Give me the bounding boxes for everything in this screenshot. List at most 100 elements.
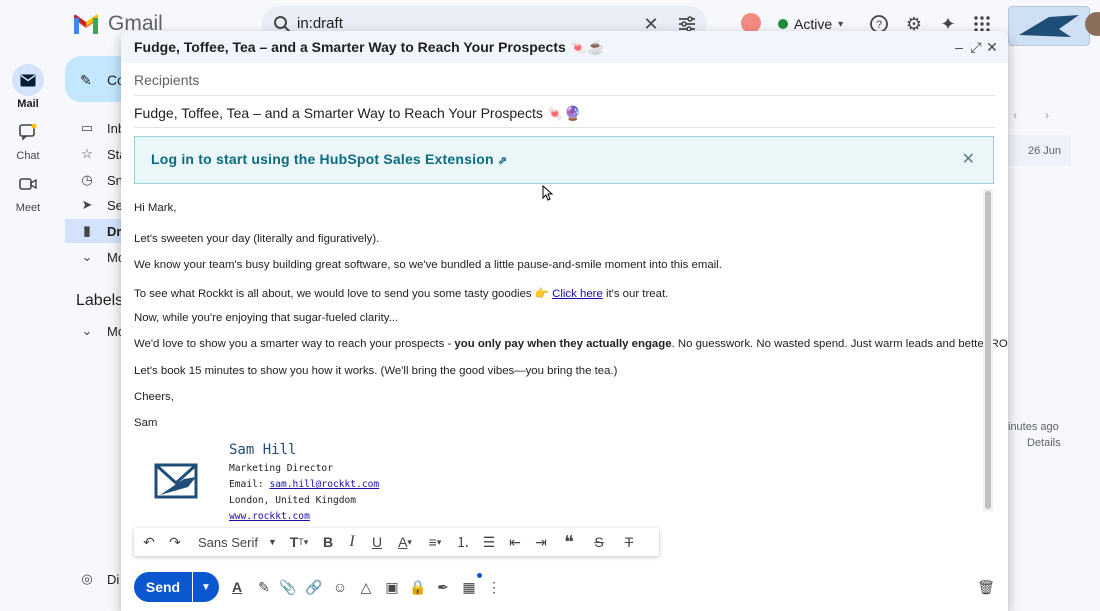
body-text: . No guesswork. No wasted spend. Just wa… [671,338,1008,350]
company-logo-icon [154,461,198,501]
minimize-icon[interactable]: – [950,38,968,56]
signature-email-line: Email: sam.hill@rockkt.com [229,479,379,490]
rail-label: Meet [15,202,41,214]
video-camera-icon [12,168,44,200]
recipients-placeholder: Recipients [134,72,200,88]
rail-item-mail[interactable]: Mail [0,64,56,110]
chevron-right-icon[interactable]: › [1045,108,1049,122]
more-options-icon[interactable]: ⋮ [484,577,504,597]
bulleted-list-icon[interactable]: ☰ [476,528,502,556]
font-family-select[interactable]: Sans Serif ▼ [190,528,282,556]
body-paragraph: Now, while you're enjoying that sugar-fu… [134,312,399,324]
inbox-icon: ▭ [80,120,94,135]
undo-icon[interactable]: ↶ [136,528,162,556]
close-icon[interactable]: ✕ [983,38,1001,56]
formatting-options-icon[interactable]: A [227,577,247,597]
pencil-icon: ✎ [80,72,92,88]
svg-text:?: ? [876,19,882,31]
extension-icon[interactable] [741,13,761,33]
confidential-mode-icon[interactable]: 🔒 [408,577,428,597]
body-bold-text: you only pay when they actually engage [454,338,672,350]
rail-item-meet[interactable]: Meet [0,168,56,214]
body-paragraph: To see what Rockkt is all about, we woul… [134,286,668,300]
rail-label: Chat [16,150,40,162]
compose-bottom-bar: Send ▼ A ✎ 📎 🔗 ☺ △ ▣ 🔒 ✒ ▦ ⋮ 🗑 [121,566,1008,611]
clock-icon: ◷ [81,172,93,187]
drive-icon[interactable]: △ [356,577,376,597]
chevron-down-icon: ▼ [267,537,277,547]
account-banner-image[interactable] [1008,6,1090,46]
numbered-list-icon[interactable]: ⒈ [450,528,476,556]
body-paragraph: Let's sweeten your day (literally and fi… [134,233,380,245]
insert-link-icon[interactable]: 🔗 [304,577,324,597]
text-color-icon[interactable]: A ▾ [390,528,420,556]
search-input[interactable]: in:draft [297,15,343,32]
chat-icon [12,116,44,148]
formatting-toolbar: ↶ ↷ Sans Serif ▼ T T▾ B I U A ▾ ≡ ▾ ⒈ ☰ ⇤ ⇥… [134,528,659,556]
body-paragraph: We know your team's busy building great … [134,259,722,271]
font-family-value: Sans Serif [198,534,258,550]
discover-icon: ◎ [81,571,93,586]
hubspot-login-link[interactable]: Log in to start using the HubSpot Sales … [151,151,507,167]
send-icon: ➤ [81,197,93,212]
chevron-down-icon: ⌄ [81,249,93,264]
rail-item-chat[interactable]: Chat [0,116,56,162]
body-text: To see what Rockkt is all about, we woul… [134,288,549,300]
activity-details-link[interactable]: Details [1027,437,1061,449]
emoji-icon[interactable]: ☺ [330,577,350,597]
nav-label: Di [107,571,120,587]
draft-icon: ▮ [83,223,91,238]
labels-heading: Labels [76,292,124,309]
align-icon[interactable]: ≡ ▾ [420,528,450,556]
recipients-field[interactable]: Recipients [134,63,995,96]
signature-name: Sam Hill [229,442,297,458]
body-sender: Sam [134,417,158,429]
signature-location: London, United Kingdom [229,495,357,506]
mail-icon [12,64,44,96]
scrollbar-thumb[interactable] [985,191,991,509]
indent-less-icon[interactable]: ⇤ [502,528,528,556]
signature-email-link[interactable]: sam.hill@rockkt.com [269,479,379,490]
insert-photo-icon[interactable]: ▣ [382,577,402,597]
font-size-icon[interactable]: T T▾ [282,528,316,556]
mouse-cursor [542,184,554,206]
compose-header[interactable]: Fudge, Toffee, Tea – and a Smarter Way t… [121,31,1008,63]
schedule-icon[interactable]: ▦ [459,577,479,597]
chevron-down-icon: ▾ [838,18,844,30]
gmail-m-icon [72,14,100,34]
redo-icon[interactable]: ↷ [162,528,188,556]
compose-title: Fudge, Toffee, Tea – and a Smarter Way t… [134,39,605,55]
strikethrough-icon[interactable]: S [584,528,614,556]
body-closing: Cheers, [134,391,174,403]
chevron-down-icon: ⌄ [81,323,93,338]
body-paragraph: Let's book 15 minutes to show you how it… [134,365,618,377]
indent-more-icon[interactable]: ⇥ [528,528,554,556]
compose-dialog: Fudge, Toffee, Tea – and a Smarter Way t… [121,31,1008,611]
send-button[interactable]: Send [134,572,192,602]
send-options-button[interactable]: ▼ [193,572,219,602]
italic-icon[interactable]: I [340,528,364,556]
body-text: We'd love to show you a smarter way to r… [134,338,452,350]
signature-website-link[interactable]: www.rockkt.com [229,511,310,522]
close-icon[interactable]: ✕ [962,149,975,169]
click-here-link[interactable]: Click here [552,288,603,300]
ai-write-icon[interactable]: ✎ [254,577,274,597]
body-text: it's our treat. [605,288,669,300]
signature-icon[interactable]: ✒ [433,577,453,597]
chevron-left-icon[interactable]: ‹ [1013,108,1017,122]
body-greeting: Hi Mark, [134,202,177,214]
bold-icon[interactable]: B [316,528,340,556]
remove-formatting-icon[interactable]: T [614,528,644,556]
discard-draft-trash-icon[interactable]: 🗑 [976,577,996,597]
attach-icon[interactable]: 📎 [278,577,298,597]
hubspot-link-text: Log in to start using the HubSpot Sales … [151,151,494,167]
quote-icon[interactable]: ❝ [554,528,584,556]
email-date: 26 Jun [1028,145,1062,157]
status-label: Active [794,16,833,32]
underline-icon[interactable]: U [364,528,390,556]
send-label: Send [145,579,181,595]
hubspot-banner: Log in to start using the HubSpot Sales … [134,136,994,184]
body-paragraph: We'd love to show you a smarter way to r… [134,338,1008,350]
active-status-dot [778,19,788,29]
subject-field[interactable]: Fudge, Toffee, Tea – and a Smarter Way t… [134,95,995,128]
